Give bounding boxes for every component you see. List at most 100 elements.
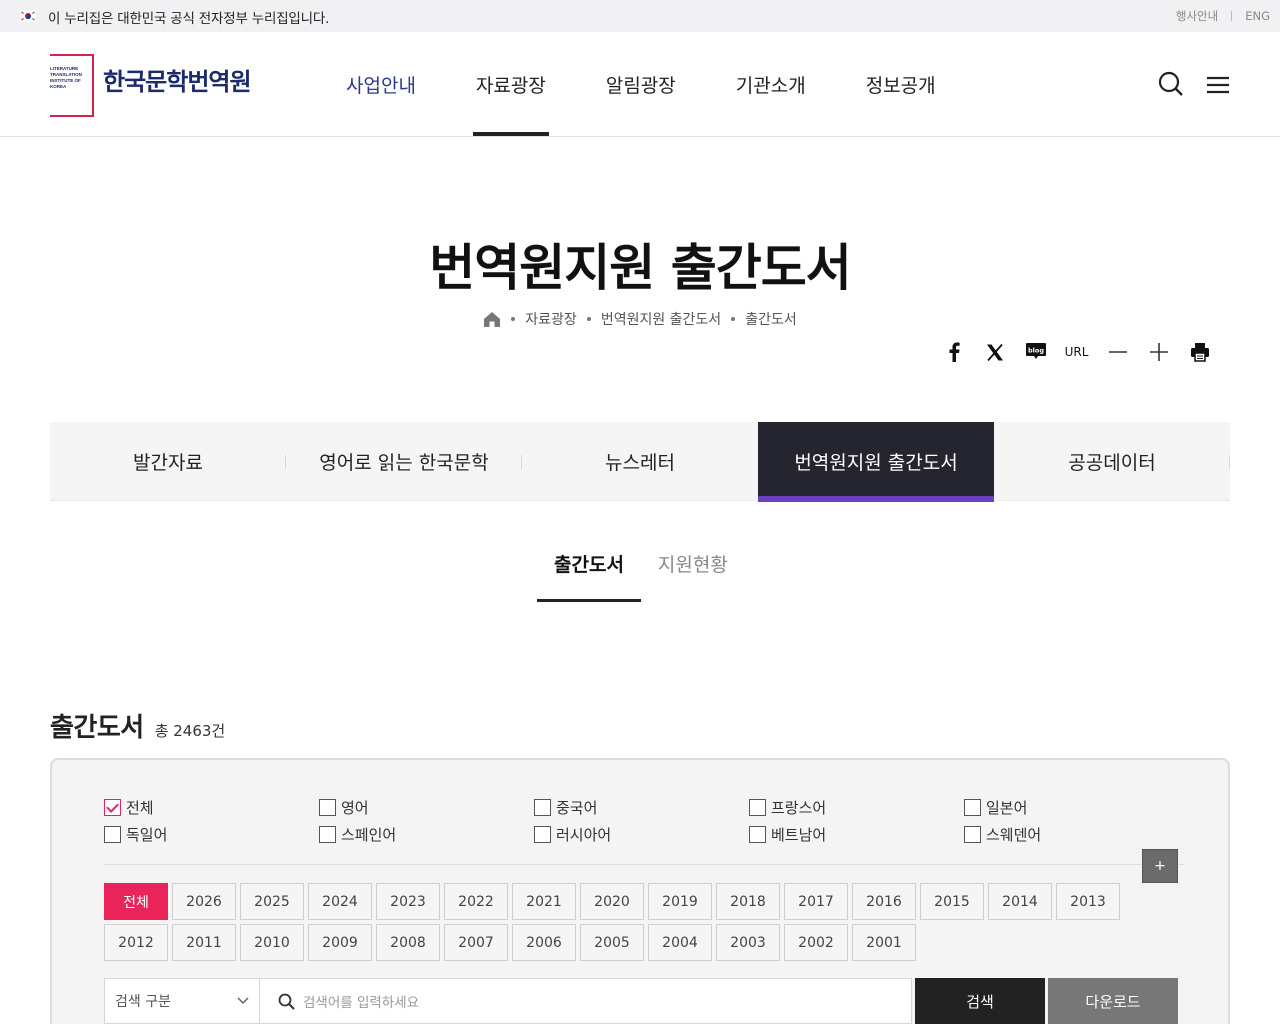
search-icon[interactable] [1158, 70, 1184, 98]
checkbox[interactable] [104, 826, 121, 843]
gov-banner: 이 누리집은 대한민국 공식 전자정부 누리집입니다. 행사안내 ENG [0, 0, 1280, 32]
year-button-all[interactable]: 전체 [104, 883, 168, 920]
nav-item-resources[interactable]: 자료광장 [472, 32, 549, 136]
share-toolbar: blog URL [933, 340, 1220, 364]
divider [1231, 11, 1233, 21]
search-placeholder: 검색어를 입력하세요 [303, 995, 420, 1011]
x-share[interactable] [974, 340, 1015, 364]
year-button[interactable]: 2002 [784, 924, 848, 961]
utility-links: 행사안내 ENG [1176, 8, 1270, 24]
subtab-published-books[interactable]: 출간도서 [537, 548, 641, 602]
year-button[interactable]: 2012 [104, 924, 168, 961]
year-button[interactable]: 2015 [920, 883, 984, 920]
nav-item-disclosure[interactable]: 정보공개 [866, 32, 936, 136]
language-checkbox-russian[interactable]: 러시아어 [534, 825, 749, 844]
year-button[interactable]: 2005 [580, 924, 644, 961]
print-button[interactable] [1179, 340, 1220, 364]
year-button[interactable]: 2013 [1056, 883, 1120, 920]
year-button[interactable]: 2006 [512, 924, 576, 961]
breadcrumb-item[interactable]: 자료광장 [525, 309, 577, 329]
tab-supported-books[interactable]: 번역원지원 출간도서 [758, 422, 994, 502]
year-button[interactable]: 2024 [308, 883, 372, 920]
language-checkbox-swedish[interactable]: 스웨덴어 [964, 825, 1179, 844]
tab-korean-lit-in-english[interactable]: 영어로 읽는 한국문학 [286, 422, 522, 501]
search-icon [278, 993, 295, 1010]
site-header: LITERATURE TRANSLATION INSTITUTE OF KORE… [0, 32, 1280, 137]
breadcrumb-separator [731, 317, 736, 321]
facebook-share[interactable] [933, 340, 974, 364]
nav-item-about[interactable]: 기관소개 [736, 32, 806, 136]
url-copy-button[interactable]: URL [1056, 340, 1097, 364]
breadcrumb-item[interactable]: 번역원지원 출간도서 [601, 309, 721, 329]
language-filter: 전체 영어 중국어 프랑스어 일본어 독일어 스페인어 러시아어 베트남어 스웨… [104, 798, 1184, 844]
language-checkbox-french[interactable]: 프랑스어 [749, 798, 964, 817]
checkbox[interactable] [534, 826, 551, 843]
year-button[interactable]: 2001 [852, 924, 916, 961]
blog-share[interactable]: blog [1015, 340, 1056, 364]
year-button[interactable]: 2004 [648, 924, 712, 961]
home-icon[interactable] [483, 311, 501, 327]
year-button[interactable]: 2023 [376, 883, 440, 920]
year-button[interactable]: 2018 [716, 883, 780, 920]
checkbox[interactable] [964, 799, 981, 816]
zoom-in-button[interactable] [1138, 340, 1179, 364]
zoom-in-icon [1149, 343, 1168, 361]
year-button[interactable]: 2025 [240, 883, 304, 920]
eng-link[interactable]: ENG [1245, 9, 1270, 23]
language-checkbox-german[interactable]: 독일어 [104, 825, 319, 844]
search-type-select[interactable]: 검색 구분 [104, 978, 260, 1024]
checkbox[interactable] [749, 799, 766, 816]
year-button[interactable]: 2017 [784, 883, 848, 920]
checkbox[interactable] [104, 799, 121, 816]
checkbox[interactable] [749, 826, 766, 843]
year-button[interactable]: 2026 [172, 883, 236, 920]
blog-icon: blog [1025, 343, 1046, 359]
checkbox[interactable] [319, 826, 336, 843]
language-checkbox-chinese[interactable]: 중국어 [534, 798, 749, 817]
year-button[interactable]: 2008 [376, 924, 440, 961]
nav-item-business[interactable]: 사업안내 [346, 32, 416, 136]
year-button[interactable]: 2011 [172, 924, 236, 961]
year-button[interactable]: 2009 [308, 924, 372, 961]
header-icons [1158, 70, 1230, 98]
breadcrumb-item[interactable]: 출간도서 [745, 309, 797, 329]
tab-newsletter[interactable]: 뉴스레터 [522, 422, 758, 501]
zoom-out-button[interactable] [1097, 340, 1138, 364]
breadcrumb: 자료광장 번역원지원 출간도서 출간도서 [0, 309, 1280, 329]
language-checkbox-spanish[interactable]: 스페인어 [319, 825, 534, 844]
nav-item-notices[interactable]: 알림광장 [606, 32, 676, 136]
language-checkbox-all[interactable]: 전체 [104, 798, 319, 817]
tab-public-data[interactable]: 공공데이터 [994, 422, 1230, 501]
event-link[interactable]: 행사안내 [1176, 8, 1218, 24]
page-title: 번역원지원 출간도서 [429, 239, 851, 297]
year-button[interactable]: 2019 [648, 883, 712, 920]
checkbox[interactable] [534, 799, 551, 816]
year-button[interactable]: 2022 [444, 883, 508, 920]
filter-panel: 전체 영어 중국어 프랑스어 일본어 독일어 스페인어 러시아어 베트남어 스웨… [50, 758, 1230, 1024]
language-checkbox-english[interactable]: 영어 [319, 798, 534, 817]
year-button[interactable]: 2007 [444, 924, 508, 961]
language-checkbox-japanese[interactable]: 일본어 [964, 798, 1179, 817]
year-button[interactable]: 2021 [512, 883, 576, 920]
search-button[interactable]: 검색 [915, 978, 1045, 1024]
search-input[interactable]: 검색어를 입력하세요 [260, 978, 912, 1024]
download-button[interactable]: 다운로드 [1048, 978, 1178, 1024]
year-button[interactable]: 2016 [852, 883, 916, 920]
more-languages-button[interactable]: + [1142, 849, 1178, 883]
menu-icon[interactable] [1206, 70, 1230, 98]
year-button[interactable]: 2003 [716, 924, 780, 961]
site-logo[interactable]: LITERATURE TRANSLATION INSTITUTE OF KORE… [50, 53, 255, 118]
year-button[interactable]: 2014 [988, 883, 1052, 920]
list-title: 출간도서 [50, 713, 144, 743]
checkbox[interactable] [964, 826, 981, 843]
subtab-support-status[interactable]: 지원현황 [641, 548, 745, 602]
year-button[interactable]: 2010 [240, 924, 304, 961]
breadcrumb-separator [586, 317, 591, 321]
year-button[interactable]: 2020 [580, 883, 644, 920]
print-icon [1190, 343, 1209, 362]
year-filter: 전체 2026 2025 2024 2023 2022 2021 2020 20… [104, 883, 1124, 961]
filter-divider [104, 864, 1184, 865]
checkbox[interactable] [319, 799, 336, 816]
language-checkbox-vietnamese[interactable]: 베트남어 [749, 825, 964, 844]
tab-publications[interactable]: 발간자료 [50, 422, 286, 501]
